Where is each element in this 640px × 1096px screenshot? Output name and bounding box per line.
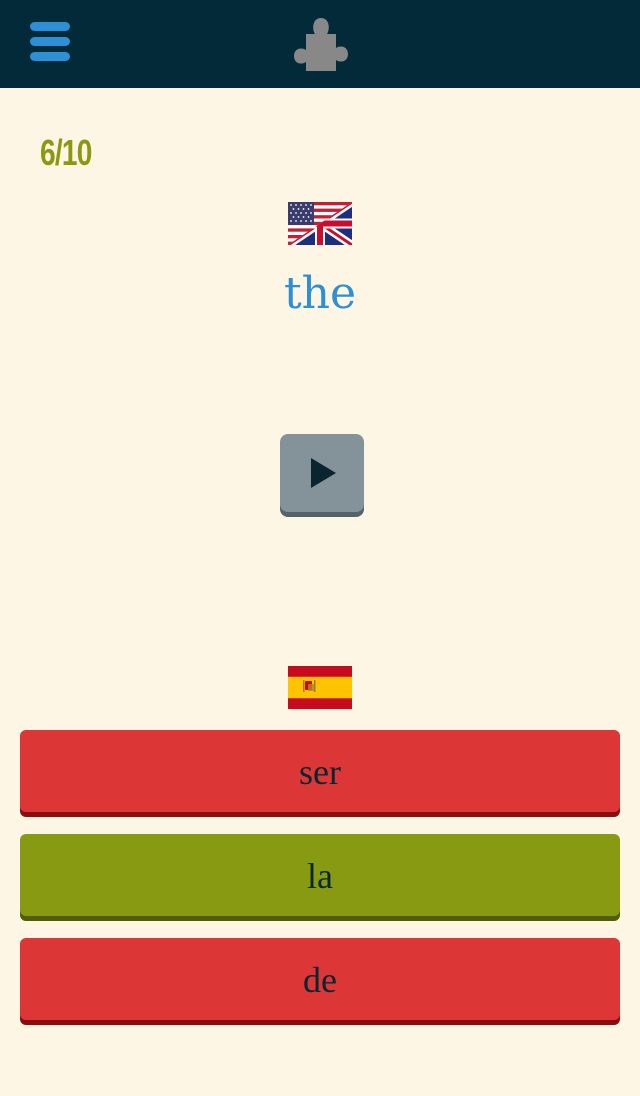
menu-button[interactable] (30, 22, 72, 62)
play-audio-button[interactable] (280, 434, 364, 512)
progress-counter: 6/10 (40, 132, 92, 173)
top-bar (0, 0, 640, 88)
us-uk-flag-icon (288, 202, 352, 245)
answer-option-1[interactable]: ser (20, 730, 620, 812)
answer-option-2[interactable]: la (20, 834, 620, 916)
puzzle-piece-icon (294, 18, 348, 71)
play-icon (311, 458, 336, 488)
spain-flag-icon (288, 666, 352, 709)
answer-option-3[interactable]: de (20, 938, 620, 1020)
prompt-word: the (283, 268, 357, 319)
